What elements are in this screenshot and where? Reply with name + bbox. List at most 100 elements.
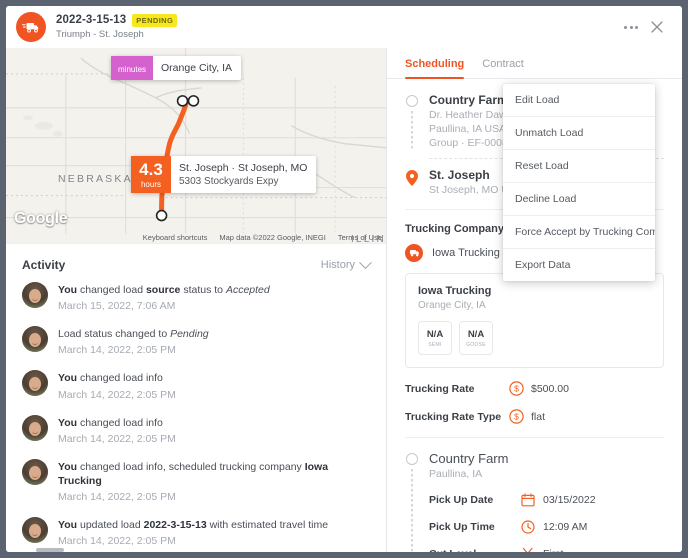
google-watermark: Google	[14, 210, 68, 227]
avatar	[22, 414, 48, 441]
details-tabs: Scheduling Contract	[387, 48, 682, 79]
trucking-company-card: Iowa Trucking Orange City, IA N/A SEMI N…	[405, 273, 664, 368]
close-icon[interactable]	[644, 14, 670, 40]
equipment-chips: N/A SEMI N/A GOOSE	[418, 321, 651, 355]
section-divider	[405, 437, 664, 438]
pickup-time-value: 12:09 AM	[543, 521, 588, 533]
avatar	[22, 282, 48, 308]
svg-text:$: $	[514, 412, 519, 422]
activity-item: You updated load 2022-3-15-13 with estim…	[20, 517, 372, 552]
cut-level-label: Cut Level	[429, 548, 521, 552]
avatar	[22, 458, 48, 485]
dest-duration-badge: 4.3 hours	[131, 156, 171, 193]
truck-circle-icon	[405, 244, 423, 262]
load-detail-modal: 2022-3-15-13 PENDING Triumph - St. Josep…	[6, 6, 682, 552]
avatar	[22, 326, 48, 353]
chevron-down-icon	[359, 255, 372, 269]
activity-text-before: changed load info	[77, 372, 163, 385]
activity-text-before: changed load info	[77, 416, 163, 429]
history-label: History	[320, 259, 355, 271]
menu-item-unmatch-load[interactable]: Unmatch Load	[503, 117, 655, 150]
avatar	[22, 517, 48, 544]
origin-duration-unit: minutes	[118, 64, 147, 74]
activity-italic-end: Accepted	[225, 284, 270, 296]
scissors-icon	[521, 547, 543, 552]
keyboard-shortcuts-link[interactable]: Keyboard shortcuts	[143, 233, 208, 242]
origin-callout-body: Orange City, IA	[153, 56, 241, 80]
trucking-rate-type-row: Trucking Rate Type $ flat	[405, 409, 664, 424]
schedule-stop-body: Country Farm Paullina, IA Pick Up Date 0…	[429, 451, 664, 552]
chip-value: N/A	[426, 328, 444, 340]
trucking-rate-type-value: flat	[531, 410, 546, 423]
equipment-chip-goose[interactable]: N/A GOOSE	[459, 321, 493, 355]
origin-callout-title: Orange City, IA	[161, 62, 233, 74]
map-callout-destination[interactable]: 4.3 hours St. Joseph · St Joseph, MO 530…	[131, 156, 317, 193]
tab-scheduling[interactable]: Scheduling	[405, 58, 465, 79]
history-toggle[interactable]: History	[320, 255, 372, 271]
schedule-connector	[411, 469, 413, 552]
truck-icon	[16, 12, 46, 42]
clock-icon	[521, 520, 543, 534]
map-pin-icon	[405, 168, 419, 196]
dollar-circle-icon: $	[509, 409, 531, 424]
menu-item-decline-load[interactable]: Decline Load	[503, 183, 655, 216]
cut-level-value: First	[543, 548, 563, 552]
activity-italic-end: Pending	[170, 328, 209, 341]
activity-date: March 14, 2022, 2:05 PM	[58, 344, 176, 357]
activity-item-text: You changed load info, scheduled truckin…	[58, 459, 370, 503]
dest-callout-subtitle: 5303 Stockyards Expy	[179, 176, 279, 187]
activity-item: You changed load info March 14, 2022, 2:…	[20, 414, 372, 459]
card-company-location: Orange City, IA	[418, 300, 486, 311]
activity-scroll-indicator[interactable]	[36, 548, 64, 552]
card-company-name: Iowa Trucking	[418, 285, 492, 297]
menu-item-export-data[interactable]: Export Data	[503, 249, 655, 281]
activity-text-before: changed load	[77, 284, 146, 296]
activity-item: You changed load info March 14, 2022, 2:…	[20, 370, 372, 414]
activity-item-text: Load status changed to Pending March 14,…	[58, 326, 209, 356]
activity-date: March 14, 2022, 2:05 PM	[58, 388, 176, 401]
dest-duration-value: 4.3	[139, 159, 163, 179]
map-credits: Keyboard shortcuts Map data ©2022 Google…	[143, 233, 382, 242]
activity-item: You changed load source status to Accept…	[20, 282, 372, 326]
map-callout-origin[interactable]: minutes Orange City, IA	[111, 56, 242, 80]
activity-date: March 15, 2022, 7:06 AM	[58, 300, 176, 313]
tab-contract[interactable]: Contract	[482, 58, 524, 78]
activity-actor: You	[58, 519, 78, 532]
activity-text-mid: status to	[180, 284, 226, 296]
cut-level-row: Cut Level First	[429, 547, 664, 552]
activity-actor: You	[58, 372, 78, 385]
left-column: E N NEBRASKA IOWA ILLIN ed States minute…	[6, 48, 387, 552]
more-horizontal-icon[interactable]	[618, 14, 644, 40]
activity-item-text: You changed load info March 14, 2022, 2:…	[58, 370, 176, 400]
menu-item-edit-load[interactable]: Edit Load	[503, 84, 655, 117]
route-map[interactable]: E N NEBRASKA IOWA ILLIN ed States minute…	[6, 48, 386, 244]
equipment-chip-semi[interactable]: N/A SEMI	[418, 321, 452, 355]
menu-item-reset-load[interactable]: Reset Load	[503, 150, 655, 183]
activity-text-before: Load status changed to	[58, 328, 171, 341]
activity-bold-mid: source	[145, 284, 181, 296]
activity-date: March 14, 2022, 2:05 PM	[58, 432, 176, 445]
pickup-time-row: Pick Up Time 12:09 AM	[429, 520, 664, 534]
activity-item: You changed load info, scheduled truckin…	[20, 458, 372, 517]
status-badge: PENDING	[132, 13, 178, 28]
trucking-rate-row: Trucking Rate $ $500.00	[405, 381, 664, 396]
activity-text-before: changed load info, scheduled trucking co…	[77, 460, 305, 473]
activity-header: Activity History	[20, 244, 372, 282]
activity-item-text: You changed load info March 14, 2022, 2:…	[58, 415, 176, 445]
activity-bold-mid: 2022-3-15-13	[143, 519, 207, 532]
activity-actor: You	[58, 416, 78, 429]
menu-item-force-accept[interactable]: Force Accept by Trucking Company	[503, 216, 655, 249]
route-connector	[411, 111, 413, 149]
actions-dropdown-menu: Edit Load Unmatch Load Reset Load Declin…	[503, 84, 655, 281]
pickup-time-label: Pick Up Time	[429, 521, 495, 533]
page-title: 2022-3-15-13	[56, 14, 127, 27]
avatar	[22, 370, 48, 397]
svg-text:$: $	[514, 384, 519, 394]
map-data-attribution: Map data ©2022 Google, INEGI	[219, 233, 326, 242]
activity-item: Load status changed to Pending March 14,…	[20, 326, 372, 370]
terms-of-use-link[interactable]: Terms of Use	[338, 233, 382, 242]
activity-text-before: updated load	[77, 519, 144, 532]
modal-body: E N NEBRASKA IOWA ILLIN ed States minute…	[6, 48, 682, 552]
origin-duration-badge: minutes	[111, 56, 154, 80]
activity-title: Activity	[22, 258, 66, 272]
